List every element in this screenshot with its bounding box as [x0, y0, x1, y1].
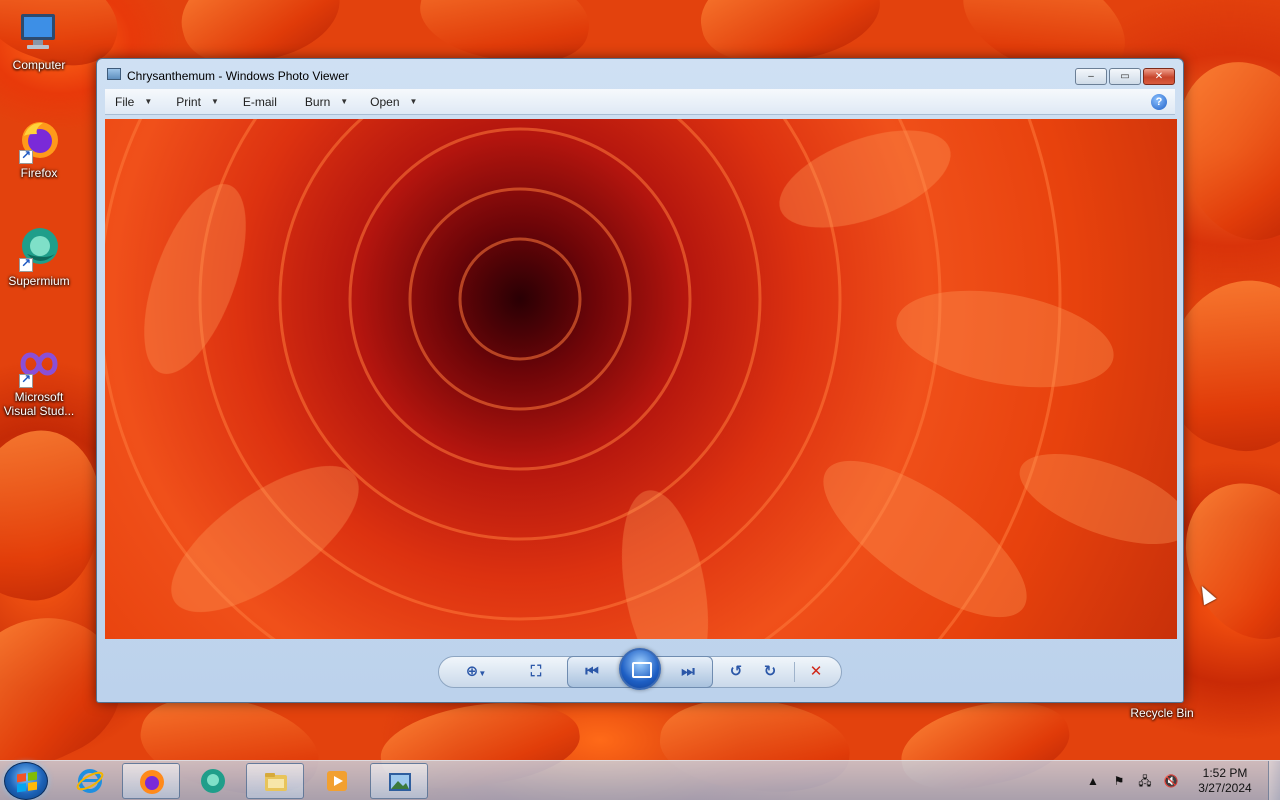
- taskbar-internet-explorer[interactable]: [61, 763, 119, 799]
- clock[interactable]: 1:52 PM 3/27/2024: [1190, 766, 1260, 796]
- zoom-icon[interactable]: ⊕▼: [465, 662, 487, 682]
- internet-explorer-icon: [76, 769, 104, 793]
- desktop-icon-visual-studio[interactable]: Microsoft Visual Stud...: [0, 340, 78, 418]
- photo-viewer-app-icon: [107, 68, 121, 80]
- desktop-icon-supermium[interactable]: Supermium: [0, 224, 78, 288]
- menu-print-label: Print: [176, 94, 201, 109]
- menu-email[interactable]: E-mail: [229, 89, 287, 114]
- menu-burn-label: Burn: [304, 94, 331, 109]
- dropdown-caret-icon: ▼: [409, 97, 418, 106]
- close-button[interactable]: ✕: [1143, 68, 1175, 85]
- taskbar: ▲ ⚑ 🖧 🔇 1:52 PM 3/27/2024: [0, 760, 1280, 800]
- desktop-icon-label: Supermium: [8, 274, 70, 288]
- menu-file-label: File: [115, 94, 135, 109]
- recycle-bin-label: Recycle Bin: [1130, 706, 1194, 720]
- desktop-icon-recycle-bin[interactable]: Recycle Bin: [1124, 706, 1200, 720]
- file-explorer-icon: [265, 773, 287, 791]
- photo-viewer-icon: [389, 773, 411, 791]
- supermium-icon: [201, 769, 225, 793]
- rotate-clockwise-icon[interactable]: ↻: [759, 662, 781, 682]
- desktop-icon-label: Computer: [12, 58, 66, 72]
- shortcut-arrow-icon: [19, 256, 33, 272]
- controls-separator: [794, 662, 795, 682]
- taskbar-firefox[interactable]: [122, 763, 180, 799]
- action-center-flag-icon[interactable]: ⚑: [1110, 773, 1128, 789]
- menu-print[interactable]: Print ▼: [162, 89, 229, 114]
- menu-email-label: E-mail: [242, 94, 277, 109]
- desktop-icon-label: Microsoft Visual Stud...: [3, 390, 75, 418]
- window-title: Chrysanthemum - Windows Photo Viewer: [127, 69, 349, 83]
- clock-date: 3/27/2024: [1198, 781, 1252, 795]
- photo-viewer-window[interactable]: Chrysanthemum - Windows Photo Viewer – ▭…: [96, 58, 1184, 703]
- slideshow-icon[interactable]: [619, 648, 661, 690]
- taskbar-media-player[interactable]: [308, 763, 366, 799]
- title-bar[interactable]: Chrysanthemum - Windows Photo Viewer – ▭…: [97, 59, 1183, 89]
- taskbar-file-explorer[interactable]: [246, 763, 304, 799]
- taskbar-photo-viewer[interactable]: [370, 763, 428, 799]
- photo-controls-bar: ⊕▼ ⛶ ⏮ ⏭ ↺ ↻ ✕: [97, 640, 1183, 702]
- show-desktop-button[interactable]: [1268, 761, 1280, 800]
- supermium-icon: [15, 224, 63, 272]
- next-icon[interactable]: ⏭: [677, 662, 699, 682]
- menu-open[interactable]: Open ▼: [358, 89, 427, 114]
- system-tray: ▲ ⚑ 🖧 🔇 1:52 PM 3/27/2024: [1080, 761, 1280, 800]
- dropdown-caret-icon: ▼: [210, 97, 219, 106]
- volume-muted-icon[interactable]: 🔇: [1162, 773, 1180, 789]
- clock-time: 1:52 PM: [1202, 766, 1248, 780]
- show-hidden-icons-icon[interactable]: ▲: [1084, 773, 1102, 789]
- minimize-button[interactable]: –: [1075, 68, 1107, 85]
- shortcut-arrow-icon: [19, 148, 33, 164]
- start-button[interactable]: [4, 762, 48, 800]
- desktop-icon-label: Firefox: [20, 166, 58, 180]
- windows-logo-icon: [17, 771, 37, 793]
- network-icon[interactable]: 🖧: [1136, 773, 1154, 789]
- menu-burn[interactable]: Burn ▼: [287, 89, 358, 114]
- firefox-icon: [140, 770, 164, 794]
- visual-studio-icon: [15, 340, 63, 388]
- dropdown-caret-icon: ▼: [144, 97, 153, 106]
- menu-open-label: Open: [370, 94, 400, 109]
- previous-icon[interactable]: ⏮: [581, 662, 603, 682]
- photo-display-chrysanthemum: [105, 119, 1177, 639]
- firefox-icon: [15, 116, 63, 164]
- delete-icon[interactable]: ✕: [805, 662, 827, 682]
- computer-icon: [15, 8, 63, 56]
- media-player-icon: [327, 771, 347, 791]
- desktop-icon-firefox[interactable]: Firefox: [0, 116, 78, 180]
- desktop-icon-computer[interactable]: Computer: [0, 8, 78, 72]
- maximize-button[interactable]: ▭: [1109, 68, 1141, 85]
- menu-bar: File ▼ Print ▼ E-mail Burn ▼ Open ▼ ?: [105, 89, 1175, 115]
- dropdown-caret-icon: ▼: [340, 97, 349, 106]
- menu-file[interactable]: File ▼: [105, 89, 162, 114]
- help-icon[interactable]: ?: [1151, 94, 1167, 110]
- rotate-counterclockwise-icon[interactable]: ↺: [725, 662, 747, 682]
- shortcut-arrow-icon: [19, 372, 33, 388]
- taskbar-supermium[interactable]: [184, 763, 242, 799]
- actual-size-icon[interactable]: ⛶: [525, 662, 547, 682]
